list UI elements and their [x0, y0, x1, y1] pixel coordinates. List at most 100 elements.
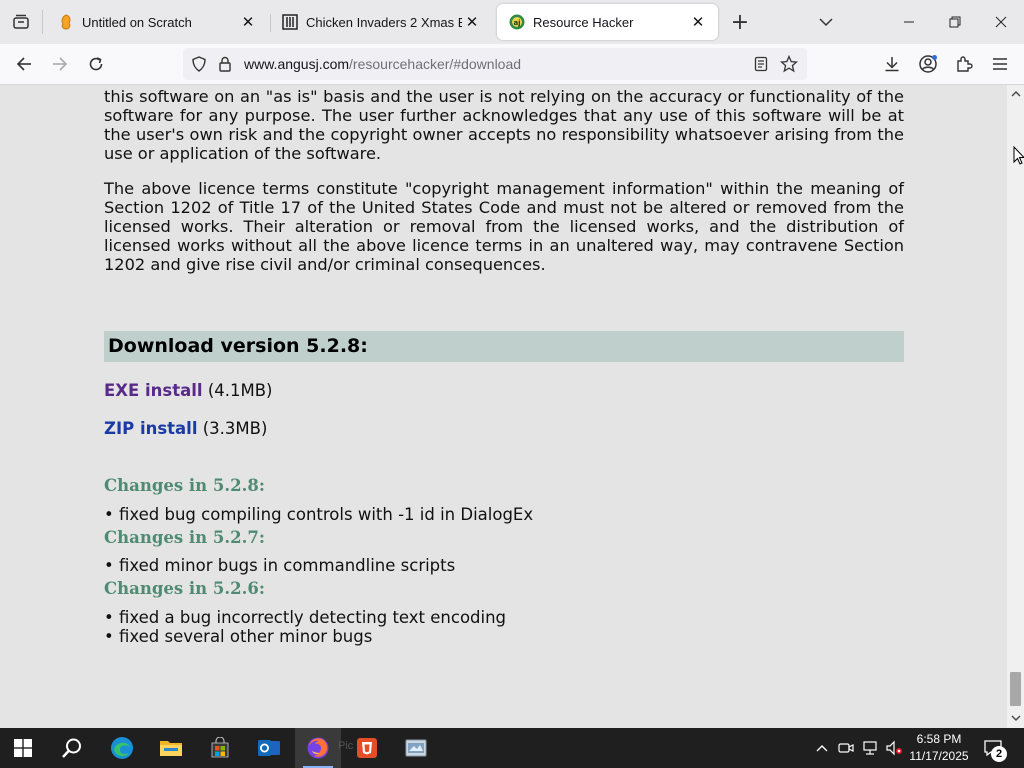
- outlook-icon: [258, 740, 280, 756]
- chevron-down-icon: [819, 18, 833, 27]
- scroll-up-button[interactable]: [1009, 87, 1022, 100]
- tab-list-button[interactable]: [0, 0, 42, 44]
- download-icon: [885, 57, 899, 72]
- file-size: (4.1MB): [207, 381, 273, 400]
- arrow-left-icon: [16, 57, 31, 71]
- minimize-button[interactable]: [886, 0, 932, 44]
- app-menu-button[interactable]: [984, 48, 1016, 80]
- zip-install-link[interactable]: ZIP install: [104, 419, 198, 438]
- account-icon: [919, 55, 937, 73]
- tab-scratch[interactable]: Untitled on Scratch ✕: [46, 4, 268, 40]
- resource-hacker-icon: [405, 739, 427, 757]
- downloads-button[interactable]: [876, 48, 908, 80]
- close-icon[interactable]: ✕: [688, 12, 708, 32]
- download-heading: Download version 5.2.8:: [104, 331, 904, 362]
- taskbar-file-explorer[interactable]: [148, 728, 194, 768]
- clock-date: 11/17/2025: [909, 749, 969, 763]
- reload-icon: [89, 57, 103, 71]
- extensions-button[interactable]: [948, 48, 980, 80]
- taskbar-store[interactable]: [197, 728, 243, 768]
- file-explorer-icon: [160, 741, 182, 756]
- start-icon: [14, 739, 32, 757]
- html5-app-icon: [357, 738, 377, 758]
- tab-chicken-invaders[interactable]: Chicken Invaders 2 Xmas Edition ✕: [270, 4, 492, 40]
- url-path: /resourcehacker/#download: [349, 56, 522, 72]
- tab-separator: [42, 10, 43, 34]
- taskbar-outlook[interactable]: [246, 728, 292, 768]
- changes-heading: Changes in 5.2.6:: [104, 579, 265, 598]
- svg-text:aj: aj: [513, 19, 520, 27]
- edge-icon: [111, 737, 133, 759]
- minimize-icon: [904, 21, 914, 23]
- taskbar-search-button[interactable]: [49, 728, 95, 768]
- hamburger-menu-icon: [993, 58, 1007, 70]
- tab-list-icon: [13, 14, 29, 29]
- volume-muted-icon[interactable]: [884, 738, 904, 758]
- url-text[interactable]: www.angusj.com/resourcehacker/#download: [244, 56, 521, 72]
- plus-icon: +: [730, 9, 750, 35]
- taskbar-firefox[interactable]: [295, 728, 341, 768]
- close-window-button[interactable]: [978, 0, 1024, 44]
- tab-title: Resource Hacker: [533, 14, 634, 30]
- mouse-cursor-icon: [1013, 146, 1024, 165]
- change-item: • fixed several other minor bugs: [104, 627, 373, 646]
- url-domain: www.angusj.com: [244, 56, 350, 72]
- vertical-scrollbar[interactable]: [1007, 85, 1024, 728]
- new-tab-button[interactable]: +: [724, 6, 756, 38]
- close-icon[interactable]: ✕: [238, 12, 258, 32]
- store-icon: [211, 737, 229, 758]
- reload-button[interactable]: [80, 48, 112, 80]
- restore-button[interactable]: [932, 0, 978, 44]
- tab-strip: Untitled on Scratch ✕ Chicken Invaders 2…: [0, 0, 1024, 44]
- download-item: EXE install (4.1MB): [104, 381, 273, 401]
- file-size: (3.3MB): [202, 419, 268, 438]
- bookmark-star-icon[interactable]: [779, 54, 799, 74]
- changes-heading: Changes in 5.2.7:: [104, 528, 265, 547]
- chevron-up-icon: [816, 745, 828, 752]
- close-icon: [995, 16, 1007, 28]
- archive-icon: [282, 14, 298, 30]
- scrollbar-thumb[interactable]: [1010, 672, 1021, 706]
- list-all-tabs-button[interactable]: [810, 6, 842, 38]
- change-item: • fixed bug compiling controls with -1 i…: [104, 505, 534, 524]
- taskbar-html-app[interactable]: [344, 728, 390, 768]
- search-icon: [62, 738, 81, 758]
- page-viewport: this software on an "as is" basis and th…: [0, 85, 1007, 728]
- forward-button[interactable]: [44, 48, 76, 80]
- back-button[interactable]: [8, 48, 40, 80]
- account-button[interactable]: [912, 48, 944, 80]
- reader-view-icon[interactable]: [751, 54, 771, 74]
- network-icon[interactable]: [860, 738, 880, 758]
- tab-resource-hacker[interactable]: aj Resource Hacker ✕: [497, 4, 718, 40]
- chevron-down-icon: [1011, 715, 1020, 721]
- restore-icon: [949, 16, 961, 28]
- close-icon[interactable]: ✕: [462, 12, 482, 32]
- scroll-down-button[interactable]: [1009, 712, 1022, 725]
- taskbar-clock[interactable]: 6:58 PM 11/17/2025: [906, 731, 972, 765]
- navigation-toolbar: www.angusj.com/resourcehacker/#download: [0, 44, 1024, 85]
- resource-hacker-icon: aj: [509, 14, 525, 30]
- shield-icon[interactable]: [189, 54, 209, 74]
- lock-icon[interactable]: [215, 54, 235, 74]
- chevron-up-icon: [1011, 91, 1020, 97]
- changes-heading: Changes in 5.2.8:: [104, 476, 265, 495]
- address-bar[interactable]: www.angusj.com/resourcehacker/#download: [183, 48, 807, 80]
- meet-now-icon[interactable]: [836, 738, 856, 758]
- puzzle-icon: [957, 56, 973, 72]
- licence-paragraph: this software on an "as is" basis and th…: [104, 87, 904, 163]
- clock-time: 6:58 PM: [916, 732, 962, 746]
- taskbar-edge[interactable]: [99, 728, 145, 768]
- start-button[interactable]: [0, 728, 46, 768]
- taskbar-resource-hacker[interactable]: [393, 728, 439, 768]
- tab-title: Untitled on Scratch: [82, 14, 192, 30]
- licence-paragraph: The above licence terms constitute "copy…: [104, 179, 904, 274]
- tab-title: Chicken Invaders 2 Xmas Edition: [306, 14, 462, 30]
- exe-install-link[interactable]: EXE install: [104, 381, 203, 400]
- scratch-icon: [58, 14, 74, 30]
- download-item: ZIP install (3.3MB): [104, 419, 267, 439]
- show-hidden-icons-button[interactable]: [812, 738, 832, 758]
- arrow-right-icon: [53, 57, 68, 71]
- change-item: • fixed minor bugs in commandline script…: [104, 556, 456, 575]
- notification-count-badge: 2: [991, 746, 1007, 762]
- change-item: • fixed a bug incorrectly detecting text…: [104, 608, 507, 627]
